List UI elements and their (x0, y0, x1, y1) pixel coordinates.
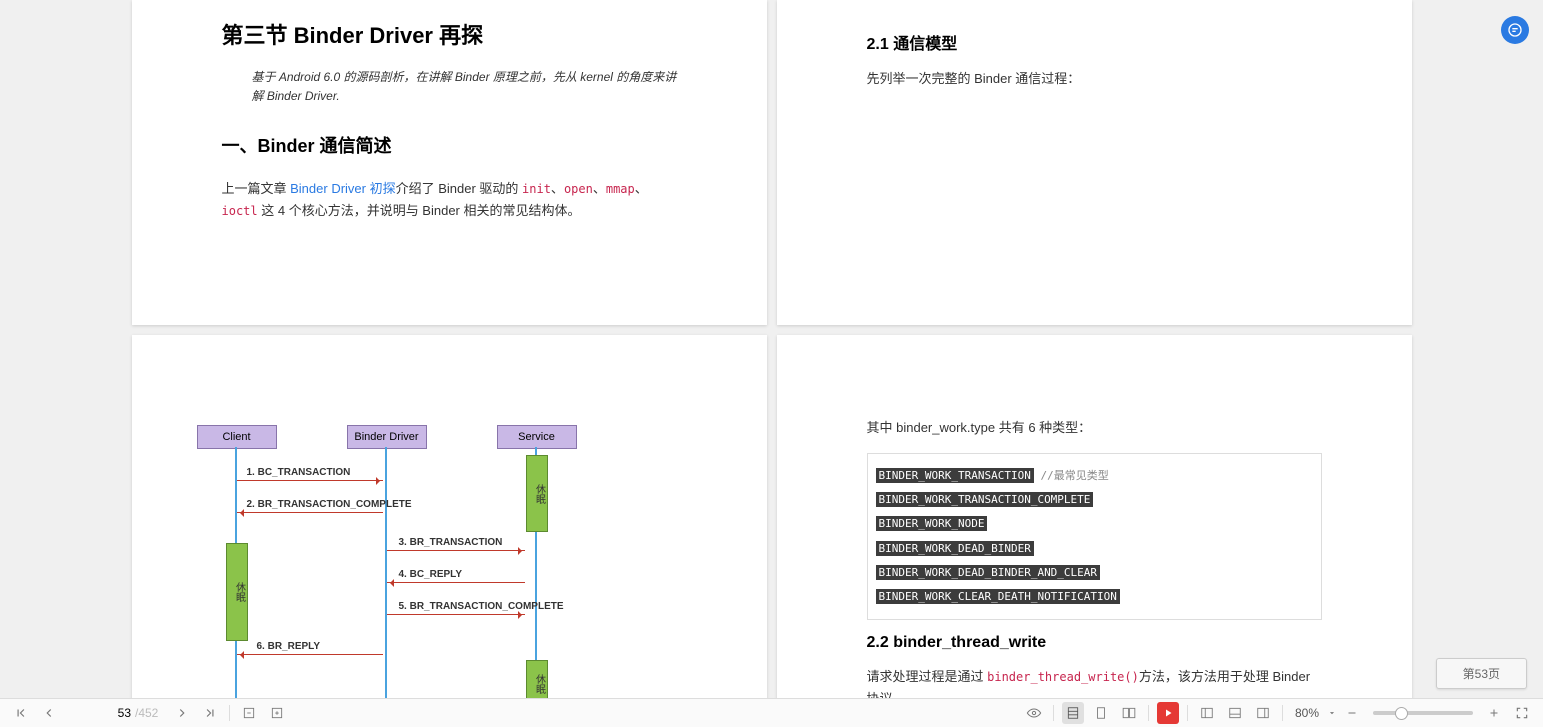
link-prev-article[interactable]: Binder Driver 初探 (290, 181, 395, 196)
text: 上一篇文章 (222, 181, 291, 196)
page-bottom-right: 其中 binder_work.type 共有 6 种类型： BINDER_WOR… (777, 335, 1412, 699)
text: 、 (635, 181, 648, 196)
text: 这 4 个核心方法，并说明与 Binder 相关的常见结构体。 (258, 203, 581, 218)
document-viewport[interactable]: 第三节 Binder Driver 再探 基于 Android 6.0 的源码剖… (0, 0, 1543, 699)
body-paragraph: 请求处理过程是通过 binder_thread_write()方法，该方法用于处… (867, 666, 1322, 699)
actor-service: Service (497, 425, 577, 449)
page-indicator-badge: 第53页 (1436, 658, 1527, 689)
code-line: BINDER_WORK_CLEAR_DEATH_NOTIFICATION (876, 589, 1120, 604)
text: 请求处理过程是通过 (867, 669, 988, 684)
slideshow-button[interactable] (1157, 702, 1179, 724)
code-line: BINDER_WORK_DEAD_BINDER_AND_CLEAR (876, 565, 1101, 580)
arrow-left-icon (387, 582, 525, 583)
prev-page-button[interactable] (38, 702, 60, 724)
body-paragraph: 先列举一次完整的 Binder 通信过程： (867, 68, 1322, 90)
sleep-box: 休眠 (526, 455, 548, 532)
bottom-toolbar: /452 80% (0, 698, 1543, 727)
next-page-button[interactable] (171, 702, 193, 724)
text: 、 (551, 181, 564, 196)
eye-protect-button[interactable] (1023, 702, 1045, 724)
layout-left-button[interactable] (1196, 702, 1218, 724)
page-top-right: 2.1 通信模型 先列举一次完整的 Binder 通信过程： (777, 0, 1412, 325)
page-number-field[interactable] (73, 705, 133, 721)
page-number-input[interactable]: /452 (66, 702, 165, 724)
zoom-value[interactable]: 80% (1291, 706, 1323, 720)
text: 、 (593, 181, 606, 196)
sleep-box: 休眠 (226, 543, 248, 641)
arrow-right-icon (387, 550, 525, 551)
body-paragraph: 上一篇文章 Binder Driver 初探介绍了 Binder 驱动的 ini… (222, 178, 677, 222)
body-paragraph: 其中 binder_work.type 共有 6 种类型： (867, 417, 1322, 439)
fullscreen-button[interactable] (1511, 702, 1533, 724)
page-bottom-left: Client Binder Driver Service 休眠 休眠 休眠 1.… (132, 335, 767, 699)
code-open: open (564, 182, 593, 196)
arrow-right-icon (237, 480, 383, 481)
msg-label: 3. BR_TRANSACTION (399, 537, 503, 548)
page-top-left: 第三节 Binder Driver 再探 基于 Android 6.0 的源码剖… (132, 0, 767, 325)
arrow-right-icon (387, 614, 525, 615)
code-mmap: mmap (606, 182, 635, 196)
sequence-diagram: Client Binder Driver Service 休眠 休眠 休眠 1.… (177, 425, 577, 699)
code-ioctl: ioctl (222, 204, 258, 218)
view-page-button[interactable] (1090, 702, 1112, 724)
layout-bottom-button[interactable] (1224, 702, 1246, 724)
msg-label: 1. BC_TRANSACTION (247, 467, 351, 478)
code-line: BINDER_WORK_NODE (876, 516, 988, 531)
msg-label: 4. BC_REPLY (399, 569, 463, 580)
msg-label: 5. BR_TRANSACTION_COMPLETE (399, 601, 564, 612)
code-comment: //最常见类型 (1034, 469, 1109, 482)
code-inline: binder_thread_write() (987, 670, 1139, 684)
code-line: BINDER_WORK_DEAD_BINDER (876, 541, 1034, 556)
first-page-button[interactable] (10, 702, 32, 724)
section-title: 2.1 通信模型 (867, 30, 1322, 54)
lifeline (385, 447, 387, 699)
code-line: BINDER_WORK_TRANSACTION_COMPLETE (876, 492, 1094, 507)
code-line: BINDER_WORK_TRANSACTION (876, 468, 1034, 483)
section-title: 2.2 binder_thread_write (867, 634, 1322, 652)
last-page-button[interactable] (199, 702, 221, 724)
zoom-slider[interactable] (1373, 711, 1473, 715)
section-title: 一、Binder 通信简述 (222, 132, 677, 158)
arrow-left-icon (237, 654, 383, 655)
view-single-button[interactable] (1062, 702, 1084, 724)
assistant-float-button[interactable] (1501, 16, 1529, 44)
actor-client: Client (197, 425, 277, 449)
zoom-out-button[interactable] (1341, 702, 1363, 724)
msg-label: 6. BR_REPLY (257, 641, 321, 652)
intro-text: 基于 Android 6.0 的源码剖析，在讲解 Binder 原理之前，先从 … (252, 68, 677, 106)
zoom-slider-thumb[interactable] (1395, 707, 1408, 720)
page-title: 第三节 Binder Driver 再探 (222, 18, 677, 50)
zoom-out-page-button[interactable] (238, 702, 260, 724)
text: 介绍了 Binder 驱动的 (396, 181, 522, 196)
page-total: /452 (135, 706, 158, 720)
actor-driver: Binder Driver (347, 425, 427, 449)
layout-right-button[interactable] (1252, 702, 1274, 724)
arrow-left-icon (237, 512, 383, 513)
msg-label: 2. BR_TRANSACTION_COMPLETE (247, 499, 412, 510)
view-two-page-button[interactable] (1118, 702, 1140, 724)
code-block: BINDER_WORK_TRANSACTION //最常见类型 BINDER_W… (867, 453, 1322, 620)
zoom-in-button[interactable] (1483, 702, 1505, 724)
zoom-dropdown-icon[interactable] (1327, 708, 1337, 718)
code-init: init (522, 182, 551, 196)
sleep-box: 休眠 (526, 660, 548, 699)
zoom-in-page-button[interactable] (266, 702, 288, 724)
zoom-controls: 80% (1291, 702, 1505, 724)
